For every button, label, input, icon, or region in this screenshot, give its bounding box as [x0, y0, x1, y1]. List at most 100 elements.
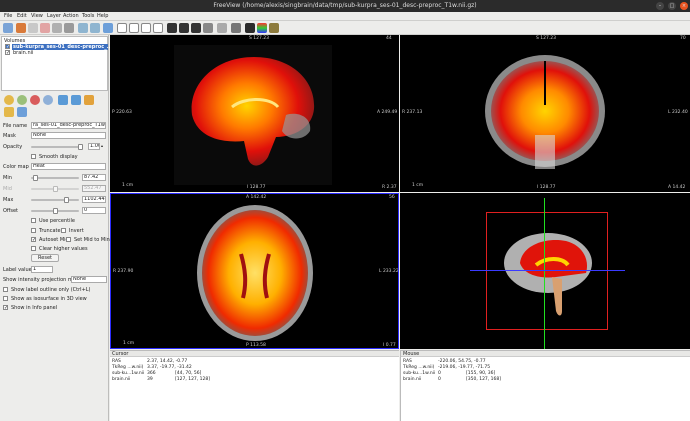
- save-volume-icon[interactable]: [43, 95, 53, 105]
- label-outline-label: Show label outline only (Ctrl+L): [11, 287, 91, 293]
- move-down-icon[interactable]: [71, 95, 81, 105]
- info-value[interactable]: 0: [438, 377, 441, 382]
- isosurface-checkbox[interactable]: [3, 296, 8, 301]
- coordinate-icon[interactable]: [245, 23, 255, 33]
- info-value[interactable]: 39: [147, 377, 153, 382]
- menu-view[interactable]: View: [31, 13, 43, 19]
- sagittal-view-icon[interactable]: [167, 23, 177, 33]
- orient-right: L 232.40: [668, 110, 688, 115]
- automid-checkbox[interactable]: ✓: [31, 237, 36, 243]
- ipm-select[interactable]: None: [71, 276, 107, 283]
- sagittal-view[interactable]: S 127.23 44 P 220.63 A 249.49 I 128.77 1…: [110, 35, 399, 192]
- 3d-view-icon[interactable]: [203, 23, 213, 33]
- point-set-icon[interactable]: [52, 23, 62, 33]
- truncate-checkbox[interactable]: [31, 228, 36, 233]
- minimize-icon[interactable]: –: [656, 2, 664, 10]
- opacity-field[interactable]: 1.00: [88, 143, 100, 150]
- info-voxel[interactable]: [44, 70, 56]: [175, 371, 201, 376]
- max-field[interactable]: 1102.44: [82, 196, 106, 203]
- mid-slider[interactable]: [31, 186, 79, 192]
- truncate-label: Truncate: [39, 228, 61, 234]
- 3d-view[interactable]: [400, 193, 690, 349]
- info-value[interactable]: 366: [147, 371, 156, 376]
- menu-action[interactable]: Action: [63, 13, 79, 19]
- voxel-edit-icon[interactable]: [16, 23, 26, 33]
- roi-edit-icon[interactable]: [40, 23, 50, 33]
- layout-1-3h-icon[interactable]: [153, 23, 163, 33]
- min-slider[interactable]: [31, 175, 79, 181]
- percentile-checkbox[interactable]: [31, 218, 36, 223]
- info-voxel[interactable]: [350, 127, 168]: [466, 377, 501, 382]
- colormap-select[interactable]: Heat: [31, 163, 106, 170]
- colorbar-icon[interactable]: [257, 23, 267, 33]
- clear-higher-label: Clear higher values: [39, 246, 88, 252]
- layout-1-3-icon[interactable]: [141, 23, 151, 33]
- mask-select[interactable]: None: [31, 132, 106, 139]
- checkbox[interactable]: ✓: [5, 44, 10, 50]
- load-volume-icon[interactable]: [4, 95, 14, 105]
- toggle-panel-icon[interactable]: [103, 23, 113, 33]
- reset-view-icon[interactable]: [217, 23, 227, 33]
- offset-slider[interactable]: [31, 208, 79, 214]
- clear-higher-checkbox[interactable]: [31, 246, 36, 251]
- info-voxel[interactable]: [155, 90, 36]: [466, 371, 495, 376]
- menu-help[interactable]: Help: [97, 13, 108, 19]
- show-cursor-icon[interactable]: [231, 23, 241, 33]
- menu-file[interactable]: File: [4, 13, 12, 19]
- close-volume-icon[interactable]: [30, 95, 40, 105]
- contour-icon[interactable]: [64, 23, 74, 33]
- move-up-icon[interactable]: [58, 95, 68, 105]
- isosurface-label: Show as isosurface in 3D view: [11, 296, 87, 302]
- info-value[interactable]: 0: [438, 371, 441, 376]
- min-field[interactable]: 87.42: [82, 174, 106, 181]
- navigate-tool-icon[interactable]: [3, 23, 13, 33]
- coronal-view-icon[interactable]: [179, 23, 189, 33]
- spin-icon[interactable]: ▴: [101, 143, 103, 148]
- maximize-icon[interactable]: □: [668, 2, 676, 10]
- info-voxel[interactable]: [127, 127, 128]: [175, 377, 210, 382]
- list-item[interactable]: ✓ brain.nii: [5, 50, 108, 56]
- label-value-field[interactable]: 1: [31, 266, 53, 273]
- info-panel-checkbox[interactable]: ✓: [3, 305, 8, 311]
- info-icon[interactable]: [17, 107, 27, 117]
- coronal-view[interactable]: S 127.23 70 R 237.13 L 232.40 I 128.77 1…: [400, 35, 690, 192]
- info-value[interactable]: 2.37, 14.42, -0.77: [147, 359, 187, 364]
- axial-view-icon[interactable]: [191, 23, 201, 33]
- recon-edit-icon[interactable]: [28, 23, 38, 33]
- offset-label: Offset: [3, 208, 19, 214]
- invert-checkbox[interactable]: [61, 228, 66, 233]
- redo-icon[interactable]: [90, 23, 100, 33]
- mid-field[interactable]: 552.47: [82, 185, 106, 192]
- info-value[interactable]: 3.37, -19.77, -31.42: [147, 365, 192, 370]
- file-name-field[interactable]: ra_ses-01_desc-preproc_T1w.nii.gz: [31, 122, 106, 129]
- undo-icon[interactable]: [78, 23, 88, 33]
- mask-label: Mask: [3, 133, 16, 139]
- lock-icon[interactable]: [84, 95, 94, 105]
- max-slider[interactable]: [31, 197, 79, 203]
- label-outline-checkbox[interactable]: [3, 287, 8, 292]
- setmid-checkbox[interactable]: [66, 237, 71, 242]
- checkbox[interactable]: ✓: [5, 50, 10, 56]
- menu-tools[interactable]: Tools: [82, 13, 94, 19]
- file-name-label: File name: [3, 123, 28, 129]
- layout-2x2-icon[interactable]: [129, 23, 139, 33]
- mask-value: None: [33, 132, 47, 138]
- screenshot-icon[interactable]: [269, 23, 279, 33]
- close-icon[interactable]: ×: [680, 2, 688, 10]
- menu-edit[interactable]: Edit: [17, 13, 27, 19]
- orient-right: L 233.22: [379, 269, 399, 274]
- offset-field[interactable]: 0: [82, 207, 106, 214]
- axial-view[interactable]: A 142.42 56 R 237.90 L 233.22 P 113.58 1…: [110, 193, 399, 349]
- smooth-checkbox[interactable]: [31, 154, 36, 159]
- new-volume-icon[interactable]: [17, 95, 27, 105]
- layout-1x1-icon[interactable]: [117, 23, 127, 33]
- duplicate-icon[interactable]: [4, 107, 14, 117]
- menu-layer[interactable]: Layer: [47, 13, 61, 19]
- info-value[interactable]: -220.06, 54.75, -0.77: [438, 359, 486, 364]
- ipm-value: None: [73, 276, 87, 282]
- opacity-slider[interactable]: [31, 144, 83, 150]
- info-value[interactable]: -219.06, -19.77, -71.75: [438, 365, 490, 370]
- reset-button[interactable]: Reset: [31, 254, 59, 262]
- cursor-header: Cursor: [110, 351, 399, 357]
- coord-readout: A 14.42: [668, 185, 686, 190]
